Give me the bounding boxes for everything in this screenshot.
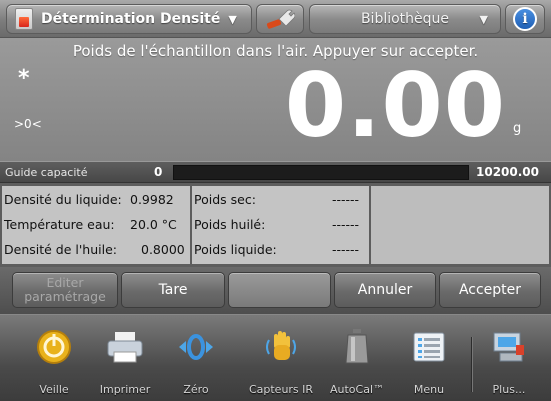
- info-label: Poids huilé:: [194, 217, 266, 232]
- chevron-down-icon: ▼: [228, 12, 237, 26]
- library-selector[interactable]: Bibliothèque ▼: [309, 4, 501, 34]
- info-value: 0.8000: [141, 242, 185, 257]
- zero-icon: [176, 327, 216, 367]
- top-bar: Détermination Densité ▼ Bibliothèque ▼ i: [0, 0, 551, 38]
- standby-icon: [34, 327, 74, 367]
- reference-info-panel: Densité du liquide: 0.9982 Température e…: [0, 183, 551, 267]
- weight-unit[interactable]: g: [513, 121, 521, 136]
- library-label: Bibliothèque: [360, 11, 450, 27]
- edit-settings-line1: Editer: [46, 275, 84, 290]
- capacity-max: 10200.00: [476, 165, 540, 179]
- nav-menu[interactable]: Menu: [396, 315, 462, 401]
- weight-display: Poids de l'échantillon dans l'air. Appuy…: [0, 38, 551, 161]
- ir-sensor-icon: [261, 327, 301, 367]
- info-label: Température eau:: [4, 217, 115, 232]
- capacity-bar-track: [173, 165, 469, 180]
- center-of-zero-indicator: >0<: [14, 117, 42, 131]
- nav-label: Veille: [39, 383, 69, 396]
- info-button[interactable]: i: [505, 4, 545, 34]
- application-name: Détermination Densité: [41, 11, 221, 27]
- autocal-icon: [337, 327, 377, 367]
- settings-wrench-button[interactable]: [256, 4, 304, 34]
- capacity-label: Guide capacité: [5, 166, 88, 179]
- info-value: ------: [332, 242, 360, 257]
- balance-screen: Détermination Densité ▼ Bibliothèque ▼ i…: [0, 0, 551, 401]
- info-label: Poids sec:: [194, 192, 256, 207]
- nav-standby[interactable]: Veille: [21, 315, 87, 401]
- info-label: Poids liquide:: [194, 242, 277, 257]
- more-icon: [489, 327, 529, 367]
- info-column-weights: Poids sec: ------ Poids huilé: ------ Po…: [192, 186, 369, 264]
- nav-label: Plus...: [492, 383, 526, 396]
- stability-indicator: *: [18, 66, 30, 91]
- nav-label: Menu: [413, 383, 445, 396]
- edit-settings-label: Editer paramétrage: [24, 276, 106, 304]
- bottom-nav-bar: Veille Imprimer Zéro Capteurs IR AutoCal…: [0, 314, 551, 401]
- info-value: 20.0 °C: [130, 217, 177, 232]
- blank-soft-key: [228, 272, 331, 308]
- info-label: Densité de l'huile:: [4, 242, 117, 257]
- nav-more[interactable]: Plus...: [476, 315, 542, 401]
- nav-print[interactable]: Imprimer: [92, 315, 158, 401]
- nav-autocal[interactable]: AutoCal™: [324, 315, 390, 401]
- chevron-down-icon: ▼: [479, 12, 488, 26]
- info-column-empty: [371, 186, 549, 264]
- menu-icon: [409, 327, 449, 367]
- nav-separator: [471, 337, 473, 392]
- nav-ir-sensors[interactable]: Capteurs IR: [238, 315, 324, 401]
- soft-key-bar: Editer paramétrage Tare Annuler Accepter: [0, 267, 551, 314]
- edit-settings-button[interactable]: Editer paramétrage: [12, 272, 118, 308]
- accept-button[interactable]: Accepter: [439, 272, 541, 308]
- printer-icon: [105, 327, 145, 367]
- weight-reading: 0.00: [284, 54, 506, 157]
- info-value: ------: [332, 192, 360, 207]
- edit-settings-line2: paramétrage: [24, 289, 106, 304]
- info-value: ------: [332, 217, 360, 232]
- nav-label: Capteurs IR: [248, 383, 314, 396]
- nav-label: Imprimer: [99, 383, 151, 396]
- cancel-button[interactable]: Annuler: [334, 272, 436, 308]
- info-column-parameters: Densité du liquide: 0.9982 Température e…: [2, 186, 190, 264]
- capacity-guide: Guide capacité 0 10200.00: [0, 161, 551, 183]
- density-app-icon: [15, 8, 33, 30]
- nav-zero[interactable]: Zéro: [163, 315, 229, 401]
- nav-label: AutoCal™: [329, 383, 385, 396]
- info-value: 0.9982: [130, 192, 174, 207]
- info-icon: i: [513, 7, 537, 31]
- wrench-icon: [266, 9, 295, 29]
- tare-button[interactable]: Tare: [121, 272, 225, 308]
- nav-label: Zéro: [183, 383, 209, 396]
- application-selector[interactable]: Détermination Densité ▼: [6, 4, 252, 34]
- info-label: Densité du liquide:: [4, 192, 122, 207]
- capacity-min: 0: [154, 165, 163, 179]
